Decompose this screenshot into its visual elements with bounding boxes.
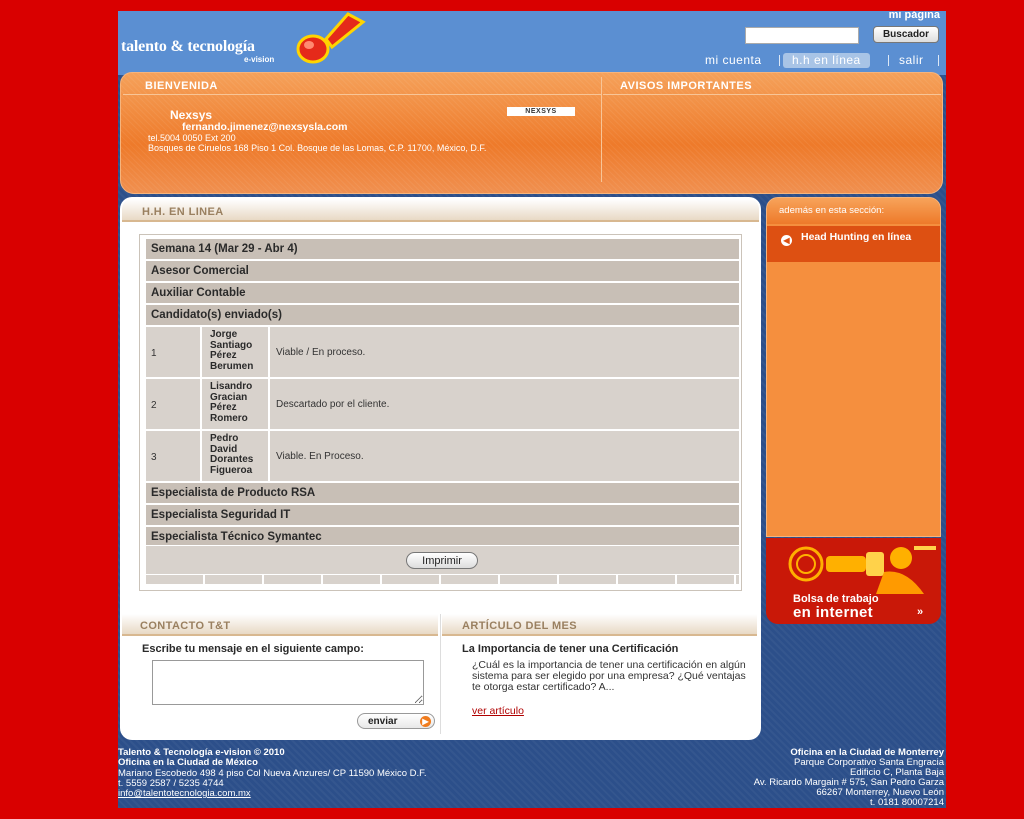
- banner-line2: en internet: [793, 604, 873, 621]
- main-panel: H.H. EN LINEA Semana 14 (Mar 29 - Abr 4)…: [120, 197, 761, 740]
- company-phone: tel.5004 0050 Ext 200: [148, 133, 236, 143]
- footer-email-link[interactable]: info@talentotecnologia.com.mx: [118, 789, 251, 799]
- nav-divider: [938, 55, 939, 66]
- sidebar-item-label: Head Hunting en línea: [801, 231, 912, 243]
- header-bar: talento & tecnología e-vision mi página …: [118, 11, 946, 75]
- position-row[interactable]: Especialista Seguridad IT: [146, 505, 739, 525]
- arrow-right-icon: ▶: [420, 716, 431, 727]
- nav-salir[interactable]: salir: [899, 53, 924, 68]
- candidate-row: 2 Lisandro Gracian Pérez Romero Descarta…: [146, 379, 739, 429]
- sidebar-heading: además en esta sección:: [767, 198, 940, 224]
- site-logo[interactable]: talento & tecnología: [121, 38, 255, 56]
- message-textarea[interactable]: [152, 660, 424, 705]
- candidates-header-row: Candidato(s) enviado(s): [146, 305, 739, 325]
- welcome-heading: BIENVENIDA: [123, 77, 601, 95]
- article-excerpt: ¿Cuál es la importancia de tener una cer…: [472, 659, 746, 693]
- sidebar-item-head-hunting[interactable]: ◀ Head Hunting en línea: [767, 226, 940, 262]
- logo-subtitle: e-vision: [244, 55, 275, 64]
- double-chevron-right-icon: »: [917, 606, 924, 618]
- user-email: fernando.jimenez@nexsysla.com: [182, 121, 348, 133]
- nav-mi-cuenta[interactable]: mi cuenta: [705, 53, 762, 68]
- section-divider: [440, 614, 441, 734]
- candidate-name: Jorge Santiago Pérez Berumen: [204, 327, 270, 377]
- print-row: Imprimir: [146, 546, 739, 574]
- article-heading: ARTÍCULO DEL MES: [442, 614, 757, 636]
- company-logo: NEXSYS: [507, 107, 575, 116]
- nav-divider: [779, 55, 780, 66]
- position-row[interactable]: Asesor Comercial: [146, 261, 739, 281]
- candidate-number: 3: [146, 431, 202, 481]
- candidate-number: 1: [146, 327, 202, 377]
- company-name: Nexsys: [170, 108, 213, 122]
- nav-hh-en-linea[interactable]: h.h en línea: [783, 53, 870, 68]
- footer-office-mexico: Oficina en la Ciudad de México: [118, 757, 258, 768]
- candidate-status: Descartado por el cliente.: [276, 399, 390, 410]
- hh-heading: H.H. EN LINEA: [122, 199, 759, 222]
- hh-table: Semana 14 (Mar 29 - Abr 4) Asesor Comerc…: [139, 234, 742, 591]
- print-button[interactable]: Imprimir: [406, 552, 478, 569]
- read-article-link[interactable]: ver artículo: [472, 705, 524, 717]
- welcome-panel: BIENVENIDA AVISOS IMPORTANTES Nexsys fer…: [120, 72, 943, 194]
- candidate-row: 3 Pedro David Dorantes Figueroa Viable. …: [146, 431, 739, 481]
- binoculars-man-illustration-icon: [766, 538, 941, 594]
- send-button[interactable]: enviar ▶: [357, 713, 435, 729]
- company-address: Bosques de Ciruelos 168 Piso 1 Col. Bosq…: [148, 143, 487, 153]
- candidate-name: Lisandro Gracian Pérez Romero: [204, 379, 270, 429]
- search-button[interactable]: Buscador: [873, 26, 939, 43]
- nav-divider: [888, 55, 889, 66]
- position-row[interactable]: Auxiliar Contable: [146, 283, 739, 303]
- chevron-left-icon: ◀: [781, 235, 792, 246]
- send-label: enviar: [368, 715, 398, 727]
- week-row: Semana 14 (Mar 29 - Abr 4): [146, 239, 739, 259]
- notices-heading: AVISOS IMPORTANTES: [603, 77, 941, 95]
- candidate-row: 1 Jorge Santiago Pérez Berumen Viable / …: [146, 327, 739, 377]
- panel-divider: [601, 77, 602, 182]
- job-board-banner[interactable]: Bolsa de trabajo en internet »: [766, 538, 941, 624]
- candidate-status: Viable. En Proceso.: [276, 451, 364, 462]
- candidate-name: Pedro David Dorantes Figueroa: [204, 431, 270, 481]
- candidate-status: Viable / En proceso.: [276, 347, 366, 358]
- article-title: La Importancia de tener una Certificació…: [462, 643, 679, 655]
- contact-heading: CONTACTO T&T: [122, 614, 438, 636]
- table-footer-row: [146, 575, 739, 584]
- position-row[interactable]: Especialista de Producto RSA: [146, 483, 739, 503]
- exclamation-logo-icon: [296, 12, 366, 64]
- footer-phone-monterrey: t. 0181 80007214: [870, 797, 944, 808]
- message-label: Escribe tu mensaje en el siguiente campo…: [142, 643, 364, 655]
- position-row[interactable]: Especialista Técnico Symantec: [146, 527, 739, 545]
- search-input[interactable]: [745, 27, 859, 44]
- sidebar: además en esta sección: ◀ Head Hunting e…: [766, 197, 941, 537]
- page-frame: talento & tecnología e-vision mi página …: [118, 11, 946, 808]
- candidate-number: 2: [146, 379, 202, 429]
- my-page-link[interactable]: mi página: [889, 11, 940, 21]
